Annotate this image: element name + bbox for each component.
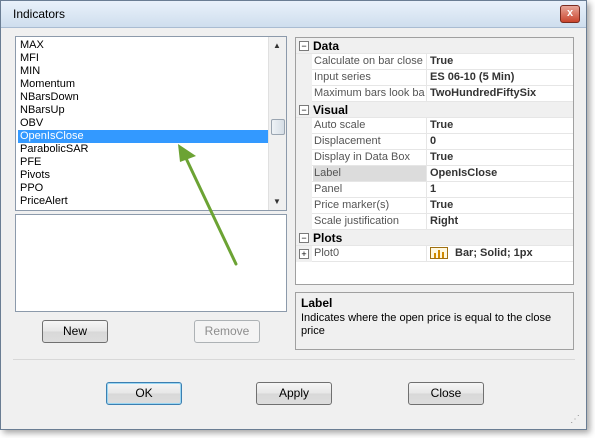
row-gutter xyxy=(296,86,312,102)
property-row[interactable]: Panel 1 xyxy=(296,182,573,198)
scroll-down-icon[interactable]: ▼ xyxy=(273,197,281,206)
divider xyxy=(13,359,575,360)
property-name: Panel xyxy=(313,182,427,197)
property-row[interactable]: Maximum bars look ba TwoHundredFiftySix xyxy=(296,86,573,102)
category-visual[interactable]: − Visual xyxy=(296,102,573,118)
property-row[interactable]: Calculate on bar close True xyxy=(296,54,573,70)
annotation-arrow-icon xyxy=(178,144,238,266)
list-item[interactable]: MFI xyxy=(20,52,39,65)
property-grid[interactable]: − Data Calculate on bar close True Input… xyxy=(295,37,574,285)
property-row[interactable]: Price marker(s) True xyxy=(296,198,573,214)
property-value[interactable]: 0 xyxy=(430,134,570,149)
list-item[interactable]: PriceAlert xyxy=(20,195,68,208)
window-close-button[interactable]: x xyxy=(560,5,580,23)
row-gutter xyxy=(296,54,312,70)
property-row[interactable]: Displacement 0 xyxy=(296,134,573,150)
row-gutter xyxy=(296,70,312,86)
property-value[interactable]: True xyxy=(430,150,570,165)
property-value[interactable]: Bar; Solid; 1px xyxy=(430,246,570,261)
title-bar[interactable]: Indicators x xyxy=(1,1,586,28)
apply-button[interactable]: Apply xyxy=(256,382,332,405)
row-gutter xyxy=(296,134,312,150)
property-value[interactable]: True xyxy=(430,54,570,69)
row-gutter xyxy=(296,182,312,198)
category-label: Data xyxy=(313,39,340,53)
category-plots[interactable]: − Plots xyxy=(296,230,573,246)
scroll-thumb[interactable] xyxy=(271,119,285,135)
property-name: Price marker(s) xyxy=(313,198,427,213)
property-value[interactable]: OpenIsClose xyxy=(430,166,570,181)
list-item[interactable]: Momentum xyxy=(20,78,75,91)
bar-chart-icon-graphic xyxy=(434,250,444,258)
list-item[interactable]: NBarsUp xyxy=(20,104,65,117)
row-gutter xyxy=(296,214,312,230)
help-text: Indicates where the open price is equal … xyxy=(301,312,552,337)
category-label: Visual xyxy=(313,103,349,117)
category-label: Plots xyxy=(313,231,343,245)
plot-style-text: Bar; Solid; 1px xyxy=(455,247,533,259)
property-value[interactable]: ES 06-10 (5 Min) xyxy=(430,70,570,85)
property-row[interactable]: Input series ES 06-10 (5 Min) xyxy=(296,70,573,86)
property-value[interactable]: TwoHundredFiftySix xyxy=(430,86,570,101)
row-gutter xyxy=(296,166,312,182)
category-data[interactable]: − Data xyxy=(296,38,573,54)
property-row-selected[interactable]: Label OpenIsClose xyxy=(296,166,573,182)
list-item[interactable]: MAX xyxy=(20,39,44,52)
new-button[interactable]: New xyxy=(42,320,108,343)
expand-icon[interactable]: + xyxy=(299,249,309,259)
property-row[interactable]: Scale justification Right xyxy=(296,214,573,230)
row-gutter xyxy=(296,198,312,214)
list-item[interactable]: ParabolicSAR xyxy=(20,143,88,156)
property-row[interactable]: Display in Data Box True xyxy=(296,150,573,166)
property-name: Calculate on bar close xyxy=(313,54,427,69)
collapse-icon[interactable]: − xyxy=(299,105,309,115)
list-item[interactable]: PFE xyxy=(20,156,41,169)
property-help-panel: Label Indicates where the open price is … xyxy=(295,292,574,350)
remove-button[interactable]: Remove xyxy=(194,320,260,343)
list-item[interactable]: MIN xyxy=(20,65,40,78)
property-name: Plot0 xyxy=(313,246,427,261)
property-name: Input series xyxy=(313,70,427,85)
list-item[interactable]: OBV xyxy=(20,117,43,130)
property-name: Display in Data Box xyxy=(313,150,427,165)
property-name: Maximum bars look ba xyxy=(313,86,427,101)
property-value[interactable]: Right xyxy=(430,214,570,229)
collapse-icon[interactable]: − xyxy=(299,41,309,51)
list-scrollbar[interactable]: ▲ ▼ xyxy=(268,37,286,210)
property-value[interactable]: True xyxy=(430,198,570,213)
list-item[interactable]: Pivots xyxy=(20,169,50,182)
help-title: Label xyxy=(301,296,333,310)
row-gutter: + xyxy=(296,246,312,262)
bar-chart-icon xyxy=(430,247,448,259)
property-name: Displacement xyxy=(313,134,427,149)
window-title: Indicators xyxy=(13,7,66,21)
property-value[interactable]: True xyxy=(430,118,570,133)
list-item[interactable]: PPO xyxy=(20,182,43,195)
list-item[interactable]: NBarsDown xyxy=(20,91,79,104)
property-row[interactable]: Auto scale True xyxy=(296,118,573,134)
property-row[interactable]: + Plot0 Bar; Solid; 1px xyxy=(296,246,573,262)
property-name: Label xyxy=(313,166,427,181)
close-button[interactable]: Close xyxy=(408,382,484,405)
scroll-up-icon[interactable]: ▲ xyxy=(273,41,281,50)
row-gutter xyxy=(296,150,312,166)
indicators-dialog: Indicators x MAX MFI MIN Momentum NBarsD… xyxy=(0,0,587,430)
property-name: Auto scale xyxy=(313,118,427,133)
collapse-icon[interactable]: − xyxy=(299,233,309,243)
property-name: Scale justification xyxy=(313,214,427,229)
row-gutter xyxy=(296,118,312,134)
ok-button[interactable]: OK xyxy=(106,382,182,405)
resize-grip-icon[interactable]: ⋰ xyxy=(570,414,580,425)
property-value[interactable]: 1 xyxy=(430,182,570,197)
